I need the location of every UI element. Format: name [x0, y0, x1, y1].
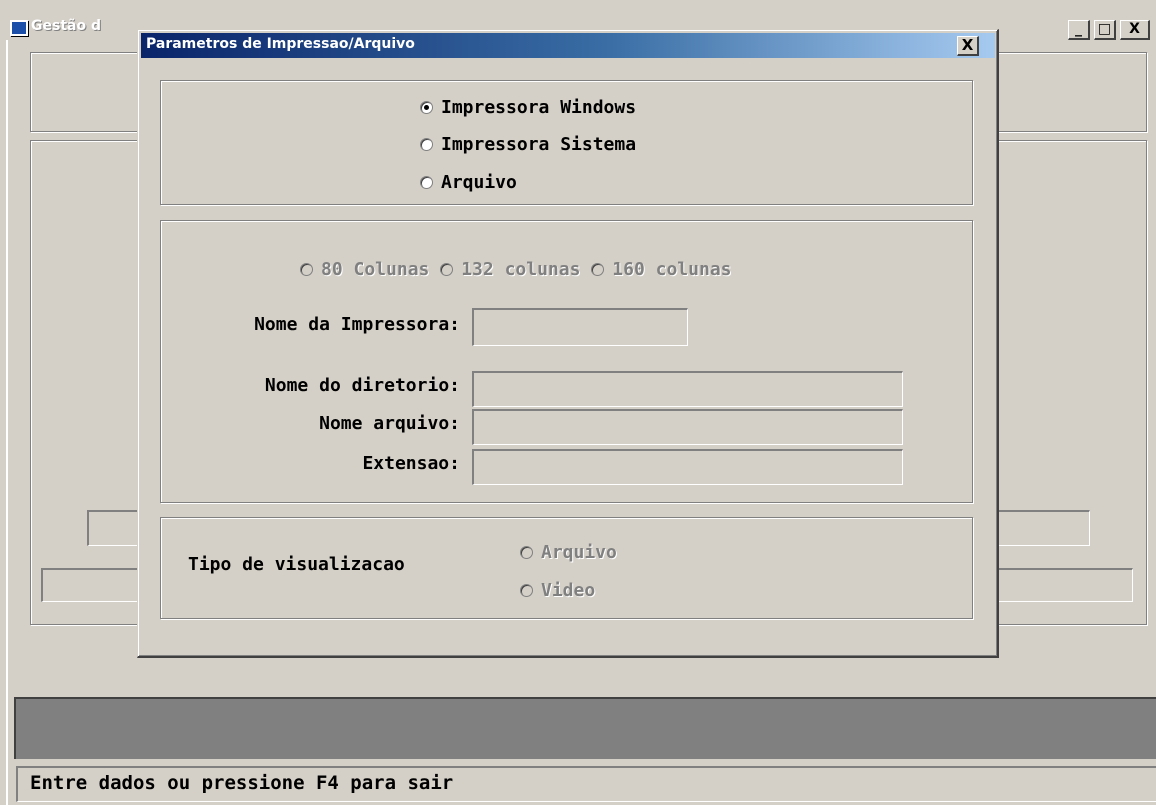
file-name-label: Nome arquivo: — [319, 413, 460, 434]
status-panel — [14, 697, 1156, 759]
radio-icon[interactable] — [520, 545, 533, 559]
radio-impressora-windows[interactable]: Impressora Windows — [420, 95, 636, 119]
dialog-close-button[interactable]: X — [957, 36, 979, 56]
file-name-input[interactable] — [472, 409, 903, 445]
radio-label: Video — [541, 579, 596, 601]
columns-radio-group: 80 Colunas 132 colunas 160 colunas — [300, 257, 732, 281]
minimize-button[interactable]: _ — [1068, 20, 1090, 40]
status-message: Entre dados ou pressione F4 para sair — [30, 772, 454, 794]
directory-label: Nome do diretorio: — [264, 375, 460, 396]
radio-arquivo[interactable]: Arquivo — [420, 170, 517, 194]
radio-icon[interactable] — [520, 583, 533, 597]
maximize-button[interactable]: □ — [1094, 20, 1116, 40]
printer-name-input[interactable] — [472, 308, 688, 346]
printer-name-label: Nome da Impressora: — [254, 314, 460, 335]
directory-input[interactable] — [472, 371, 903, 407]
radio-label: Impressora Windows — [441, 96, 637, 118]
radio-80-columns[interactable] — [300, 262, 313, 276]
close-button[interactable]: X — [1120, 20, 1150, 40]
radio-view-arquivo[interactable]: Arquivo — [520, 540, 617, 564]
radio-icon[interactable] — [420, 175, 433, 189]
extension-input[interactable] — [472, 449, 903, 485]
app-icon — [10, 20, 28, 36]
radio-icon[interactable] — [420, 137, 433, 151]
view-type-label: Tipo de visualizacao — [188, 554, 405, 575]
radio-160-columns[interactable] — [591, 262, 605, 276]
radio-label: Impressora Sistema — [441, 133, 637, 155]
radio-132-columns[interactable] — [440, 262, 454, 276]
radio-view-video[interactable]: Video — [520, 578, 595, 602]
radio-label: 160 colunas — [612, 258, 732, 280]
extension-label: Extensao: — [362, 453, 460, 474]
main-window-title: Gestão d — [31, 18, 101, 34]
radio-label: 80 Colunas — [321, 258, 430, 280]
radio-label: Arquivo — [541, 541, 617, 563]
radio-label: Arquivo — [441, 171, 517, 193]
radio-label: 132 colunas — [461, 258, 581, 280]
dialog-title: Parametros de Impressao/Arquivo — [146, 36, 415, 52]
radio-checked-icon[interactable] — [420, 100, 433, 114]
radio-impressora-sistema[interactable]: Impressora Sistema — [420, 132, 636, 156]
